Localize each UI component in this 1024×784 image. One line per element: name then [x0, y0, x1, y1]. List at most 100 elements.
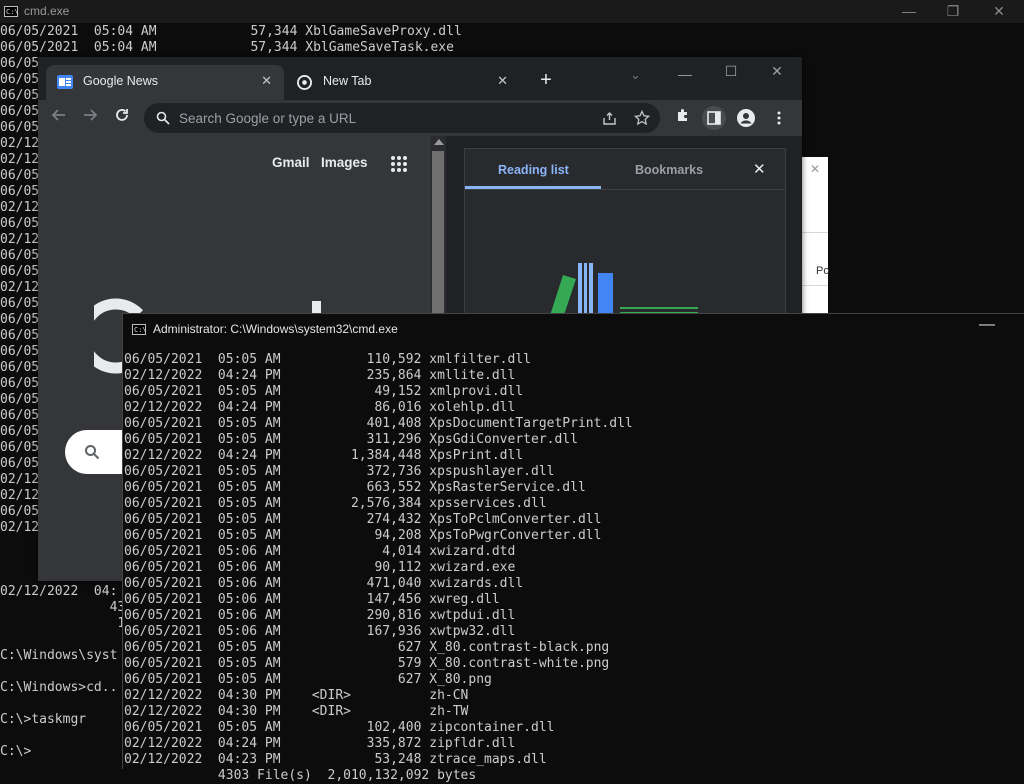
close-button[interactable]: ✕ [976, 0, 1022, 23]
new-tab-button[interactable]: + [535, 69, 557, 91]
gmail-link[interactable]: Gmail [272, 155, 310, 170]
divider [802, 232, 828, 233]
console-line: 02/12 [0, 472, 40, 487]
console-line: 02/12/2022 04: [0, 584, 118, 599]
images-link[interactable]: Images [321, 155, 368, 170]
console-line: 06/05/2021 05:05 AM 274,432 XpsToPclmCon… [124, 512, 602, 527]
console-line: 06/05 [0, 56, 40, 71]
forward-arrow-icon[interactable] [78, 106, 102, 130]
share-icon[interactable] [602, 111, 617, 126]
console-line: 06/05 [0, 184, 40, 199]
console-line: 02/12/2022 04:24 PM 1,384,448 XpsPrint.d… [124, 448, 524, 463]
console-line: 4303 File(s) 2,010,132,092 bytes [124, 768, 477, 783]
console-line: 06/05/2021 05:06 AM 167,936 xwtpw32.dll [124, 624, 516, 639]
console-line: C:\Windows\syst [0, 648, 118, 663]
chrome-toolbar: Search Google or type a URL [38, 100, 802, 136]
console-line: 06/05/2021 05:05 AM 372,736 xpspushlayer… [124, 464, 555, 479]
tab-google-news[interactable]: Google News ✕ [46, 65, 284, 100]
console-line: 06/05 [0, 328, 40, 343]
console-line: 06/05 [0, 392, 40, 407]
console-line: 06/05 [0, 72, 40, 87]
cmd-icon: C:\ [4, 6, 19, 17]
file-explorer-fragment: ✕ k Po [797, 157, 830, 317]
close-panel-icon[interactable]: ✕ [753, 160, 766, 178]
console-line: C:\> [0, 744, 32, 759]
scroll-up-arrow-icon[interactable] [434, 139, 444, 145]
tab-bookmarks[interactable]: Bookmarks [635, 163, 703, 177]
console-line: 06/05/2021 05:04 AM 57,344 XblGameSaveTa… [0, 40, 454, 55]
console-line: C:\>taskmgr [0, 712, 87, 727]
omnibox[interactable]: Search Google or type a URL [144, 103, 660, 133]
menu-kebab-icon[interactable] [767, 106, 791, 130]
console-line: 06/05/2021 05:05 AM 663,552 XpsRasterSer… [124, 480, 586, 495]
console-line: 06/05/2021 05:05 AM 579 X_80.contrast-wh… [124, 656, 610, 671]
console-line: 02/12 [0, 520, 40, 535]
console-line: 06/05 [0, 504, 40, 519]
tab-reading-list[interactable]: Reading list [498, 163, 569, 177]
search-icon [85, 445, 100, 460]
back-arrow-icon[interactable] [47, 106, 71, 130]
close-tab-icon[interactable]: ✕ [497, 73, 508, 89]
omnibox-placeholder: Search Google or type a URL [179, 111, 357, 126]
console-line: 12 [0, 616, 134, 631]
console-line: 02/12 [0, 232, 40, 247]
admin-cmd-window[interactable]: C:\ Administrator: C:\Windows\system32\c… [122, 313, 1024, 783]
console-line: 06/05/2021 05:05 AM 311,296 XpsGdiConver… [124, 432, 578, 447]
reload-icon[interactable] [110, 106, 134, 130]
side-panel-icon[interactable] [702, 106, 726, 130]
explorer-label: Po [816, 265, 830, 277]
close-icon[interactable]: ✕ [802, 162, 828, 176]
minimize-button[interactable]: — [886, 0, 932, 23]
tab-strip: Google News ✕ New Tab ✕ + ⌄ — ☐ ✕ [38, 57, 802, 100]
bookmark-star-icon[interactable] [634, 110, 650, 126]
background-cmd-title: cmd.exe [24, 4, 70, 18]
tab-title: New Tab [323, 74, 372, 88]
minimize-button[interactable]: — [979, 316, 995, 334]
admin-cmd-title: Administrator: C:\Windows\system32\cmd.e… [153, 322, 398, 336]
console-line: 02/12/2022 04:24 PM 335,872 zipfldr.dll [124, 736, 516, 751]
console-line: 06/05/2021 05:05 AM 627 X_80.png [124, 672, 492, 687]
console-line: 06/05 [0, 216, 40, 231]
console-line: 06/05 [0, 312, 40, 327]
maximize-button[interactable]: ❐ [930, 0, 976, 23]
console-line: 06/05/2021 05:05 AM 102,400 zipcontainer… [124, 720, 555, 735]
console-line: 06/05/2021 05:06 AM 471,040 xwizards.dll [124, 576, 524, 591]
console-line: 02/12 [0, 136, 40, 151]
console-line: 439 [0, 600, 134, 615]
console-line: 06/05/2021 05:05 AM 2,576,384 xpsservice… [124, 496, 547, 511]
console-line: 06/05 [0, 456, 40, 471]
minimize-button[interactable]: — [662, 63, 708, 86]
admin-cmd-titlebar[interactable]: C:\ Administrator: C:\Windows\system32\c… [123, 314, 1024, 346]
console-line: 02/12/2022 04:30 PM <DIR> zh-CN [124, 688, 469, 703]
tab-search-chevron-icon[interactable]: ⌄ [630, 67, 641, 83]
console-line: 02/12/2022 04:30 PM <DIR> zh-TW [124, 704, 469, 719]
console-line: 02/12 [0, 488, 40, 503]
console-line: 06/05/2021 05:05 AM 94,208 XpsToPwgrConv… [124, 528, 602, 543]
close-button[interactable]: ✕ [754, 60, 800, 83]
console-line: 06/05/2021 05:06 AM 147,456 xwreg.dll [124, 592, 500, 607]
maximize-button[interactable]: ☐ [708, 60, 754, 83]
console-line: 02/12/2022 04:24 PM 235,864 xmllite.dll [124, 368, 516, 383]
console-line: 06/05 [0, 408, 40, 423]
console-line: 06/05/2021 05:05 AM 110,592 xmlfilter.dl… [124, 352, 531, 367]
console-line: 02/12/2022 04:24 PM 86,016 xolehlp.dll [124, 400, 516, 415]
console-line: 06/05/2021 05:05 AM 401,408 XpsDocumentT… [124, 416, 633, 431]
tab-new-tab[interactable]: New Tab ✕ [286, 65, 520, 100]
console-line: 06/05/2021 05:06 AM 290,816 xwtpdui.dll [124, 608, 516, 623]
extensions-puzzle-icon[interactable] [671, 106, 695, 130]
divider [465, 189, 785, 190]
console-line: 06/05/2021 05:06 AM 4,014 xwizard.dtd [124, 544, 516, 559]
profile-avatar-icon[interactable] [734, 106, 758, 130]
console-line: 06/05 [0, 168, 40, 183]
console-line: 02/12 [0, 280, 40, 295]
console-line: 06/05 [0, 88, 40, 103]
console-line: 06/05 [0, 264, 40, 279]
console-line: 06/05/2021 05:05 AM 627 X_80.contrast-bl… [124, 640, 610, 655]
console-line: 06/05 [0, 376, 40, 391]
background-cmd-titlebar[interactable]: C:\ cmd.exe — ❐ ✕ [0, 0, 1024, 23]
console-line: 06/05 [0, 296, 40, 311]
cmd-icon: C:\ [132, 324, 147, 335]
close-tab-icon[interactable]: ✕ [261, 73, 272, 89]
console-line: 06/05 [0, 104, 40, 119]
apps-grid-icon[interactable] [390, 155, 408, 173]
